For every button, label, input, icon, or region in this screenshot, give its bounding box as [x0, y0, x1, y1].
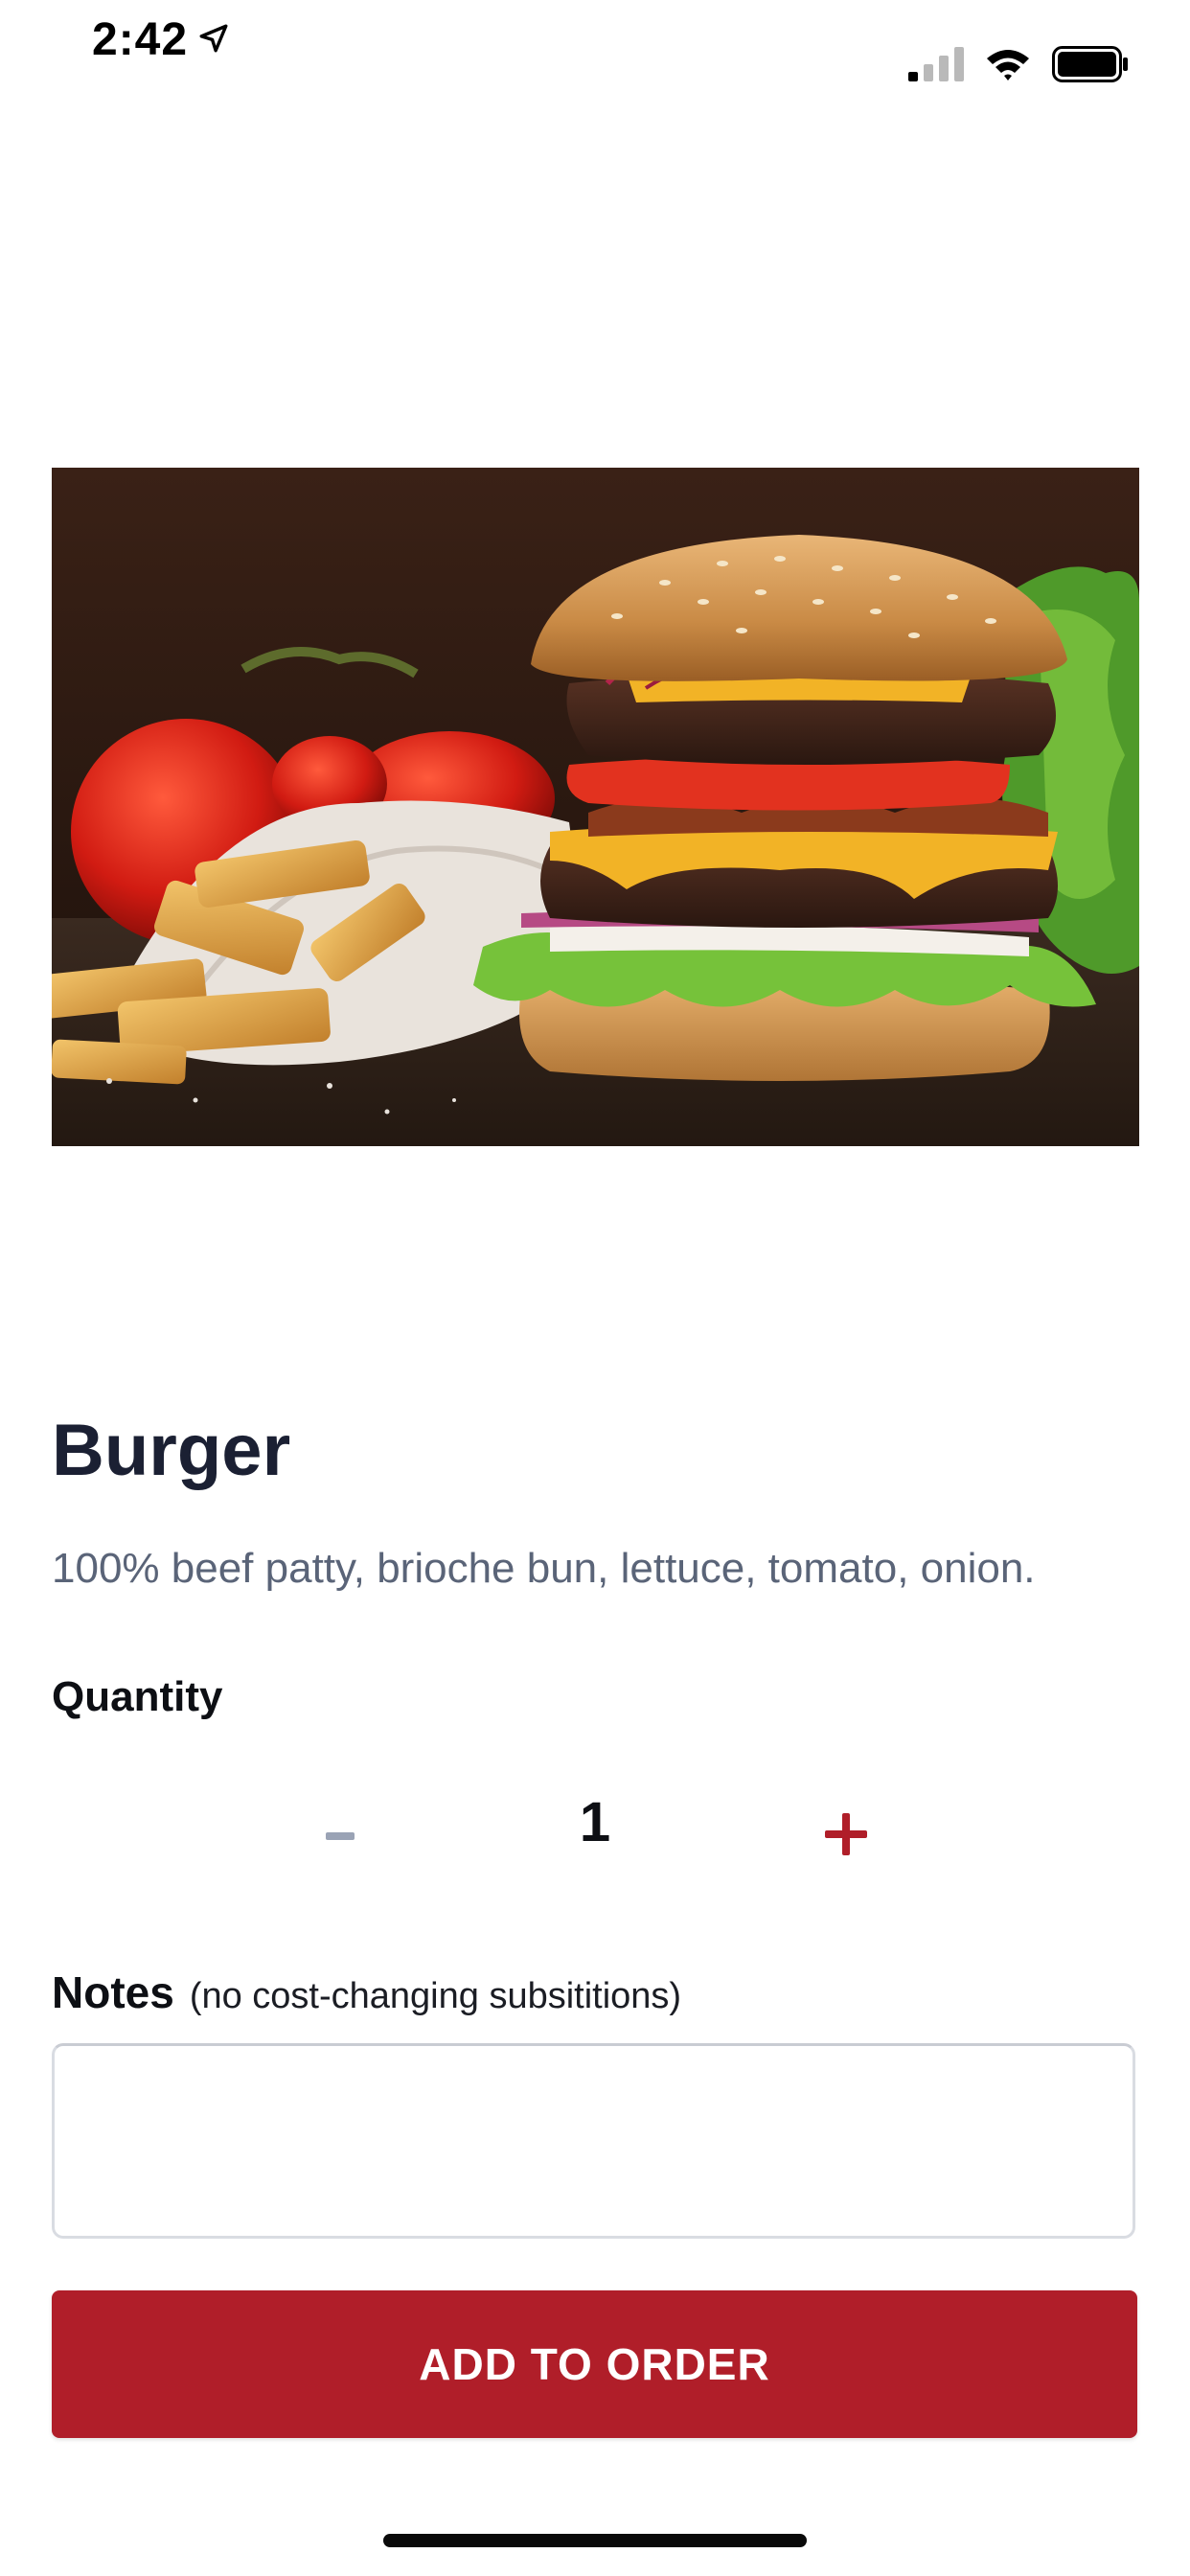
- burger-photo: [52, 468, 1139, 1146]
- item-title: Burger: [52, 1410, 291, 1491]
- status-time-text: 2:42: [92, 14, 189, 65]
- decrement-button[interactable]: [287, 1782, 393, 1888]
- notes-hint: (no cost-changing subsititions): [189, 1976, 682, 2016]
- quantity-label: Quantity: [52, 1673, 223, 1720]
- minus-icon: [326, 1828, 355, 1843]
- plus-icon: [825, 1812, 867, 1858]
- battery-icon: [1052, 46, 1129, 87]
- status-icons: [908, 46, 1129, 87]
- quantity-stepper: 1: [0, 1782, 1190, 1888]
- home-indicator[interactable]: [383, 2534, 807, 2547]
- notes-heading: Notes (no cost-changing subsititions): [52, 1966, 681, 2018]
- increment-button[interactable]: [793, 1782, 899, 1888]
- status-time: 2:42: [92, 13, 230, 66]
- notes-field[interactable]: [52, 2043, 1135, 2239]
- quantity-value: 1: [579, 1791, 611, 1853]
- status-bar: 2:42: [0, 0, 1190, 125]
- notes-label: Notes: [52, 1967, 174, 2017]
- cellular-signal-icon: [908, 47, 964, 86]
- add-to-order-button[interactable]: ADD TO ORDER: [52, 2290, 1137, 2438]
- item-description: 100% beef patty, brioche bun, lettuce, t…: [52, 1545, 1036, 1592]
- location-arrow-icon: [197, 13, 230, 66]
- wifi-icon: [985, 47, 1031, 86]
